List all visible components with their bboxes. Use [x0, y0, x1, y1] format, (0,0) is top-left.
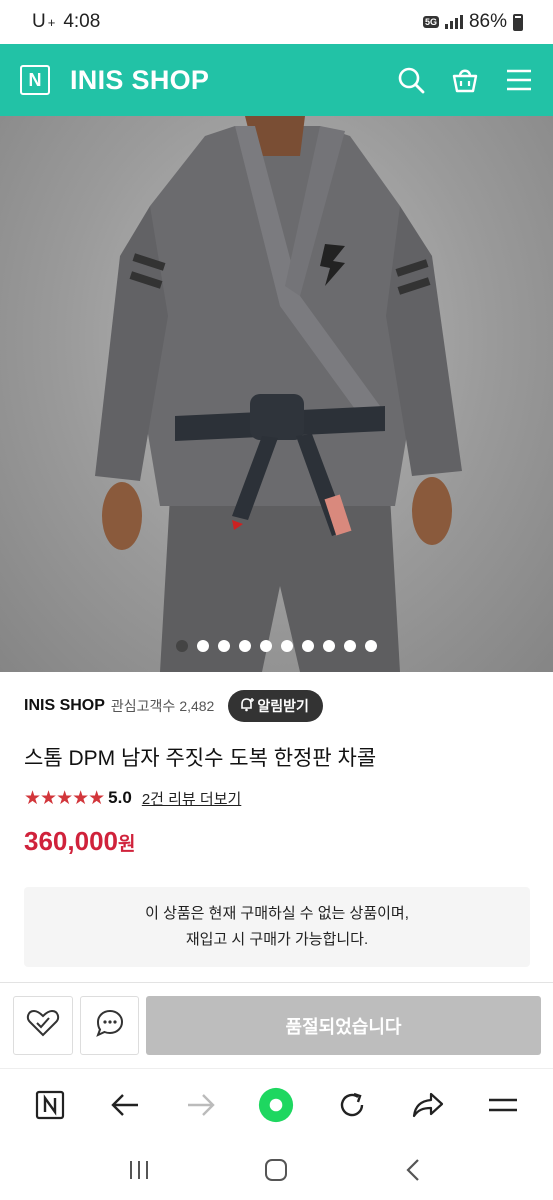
- divider: [0, 982, 553, 983]
- green-dot-icon[interactable]: [258, 1087, 294, 1123]
- carousel-dot[interactable]: [218, 640, 230, 652]
- home-icon[interactable]: [261, 1155, 291, 1185]
- review-link[interactable]: 2건 리뷰 더보기: [142, 788, 241, 809]
- carousel-dot[interactable]: [323, 640, 335, 652]
- forward-arrow-icon[interactable]: [183, 1087, 219, 1123]
- signal-icon: [444, 15, 463, 29]
- battery-icon: [513, 13, 523, 31]
- notice-line-2: 재입고 시 구매가 가능합니다.: [185, 931, 369, 948]
- heart-check-icon: [26, 1008, 60, 1043]
- recent-apps-icon[interactable]: [124, 1155, 154, 1185]
- system-navigation: [0, 1140, 553, 1200]
- system-back-icon[interactable]: [399, 1155, 429, 1185]
- browser-toolbar: [0, 1068, 553, 1140]
- carousel-indicator[interactable]: [0, 640, 553, 652]
- seller-name[interactable]: INIS SHOP: [24, 697, 105, 715]
- refresh-icon[interactable]: [334, 1087, 370, 1123]
- app-header: N INIS SHOP: [0, 44, 553, 116]
- shop-title[interactable]: INIS SHOP: [70, 65, 209, 96]
- rating-row: ★★★★★ 5.0 2건 리뷰 더보기: [24, 786, 241, 810]
- carousel-dot[interactable]: [176, 640, 188, 652]
- wishlist-button[interactable]: [13, 996, 73, 1055]
- star-rating-icon: ★★★★★: [24, 787, 105, 809]
- shop-logo[interactable]: N: [20, 65, 50, 95]
- product-image-carousel[interactable]: [0, 116, 553, 672]
- bell-plus-icon: [240, 697, 255, 715]
- status-left: U + 4:08: [32, 11, 100, 33]
- search-icon[interactable]: [397, 66, 425, 94]
- notify-label: 알림받기: [257, 698, 309, 714]
- back-arrow-icon[interactable]: [107, 1087, 143, 1123]
- chat-bubble-icon: [95, 1008, 125, 1043]
- price-currency: 원: [117, 834, 136, 855]
- followers-count: 2,482: [179, 698, 215, 714]
- network-badge: 5G: [422, 16, 439, 28]
- menu-icon[interactable]: [505, 66, 533, 94]
- price: 360,000원: [24, 826, 135, 857]
- rating-score: 5.0: [108, 788, 132, 807]
- carrier: U: [32, 11, 46, 32]
- browser-menu-icon[interactable]: [485, 1087, 521, 1123]
- carousel-dot[interactable]: [302, 640, 314, 652]
- cart-icon[interactable]: [451, 66, 479, 94]
- carousel-dot[interactable]: [365, 640, 377, 652]
- soldout-button[interactable]: 품절되었습니다: [146, 996, 541, 1055]
- clock: 4:08: [63, 11, 101, 32]
- status-bar: U + 4:08 5G 86%: [0, 0, 553, 44]
- carousel-dot[interactable]: [197, 640, 209, 652]
- carrier-sup: +: [47, 14, 56, 30]
- status-right: 5G 86%: [422, 11, 523, 33]
- product-photo: [95, 116, 462, 672]
- product-name: 스톰 DPM 남자 주짓수 도복 한정판 차콜: [24, 747, 377, 770]
- followers-label: 관심고객수: [110, 698, 176, 714]
- battery-percent: 86%: [468, 11, 507, 32]
- naver-home-icon[interactable]: [32, 1087, 68, 1123]
- notify-button[interactable]: 알림받기: [228, 690, 323, 722]
- carousel-dot[interactable]: [260, 640, 272, 652]
- soldout-notice: 이 상품은 현재 구매하실 수 없는 상품이며, 재입고 시 구매가 가능합니다…: [24, 887, 530, 967]
- chat-button[interactable]: [80, 996, 139, 1055]
- carousel-dot[interactable]: [281, 640, 293, 652]
- carousel-dot[interactable]: [344, 640, 356, 652]
- share-icon[interactable]: [410, 1087, 446, 1123]
- price-amount: 360,000: [24, 826, 118, 856]
- header-icons: [397, 66, 533, 94]
- notice-line-1: 이 상품은 현재 구매하실 수 없는 상품이며,: [145, 905, 409, 922]
- seller-row: INIS SHOP 관심고객수 2,482 알림받기: [24, 689, 323, 723]
- carousel-dot[interactable]: [239, 640, 251, 652]
